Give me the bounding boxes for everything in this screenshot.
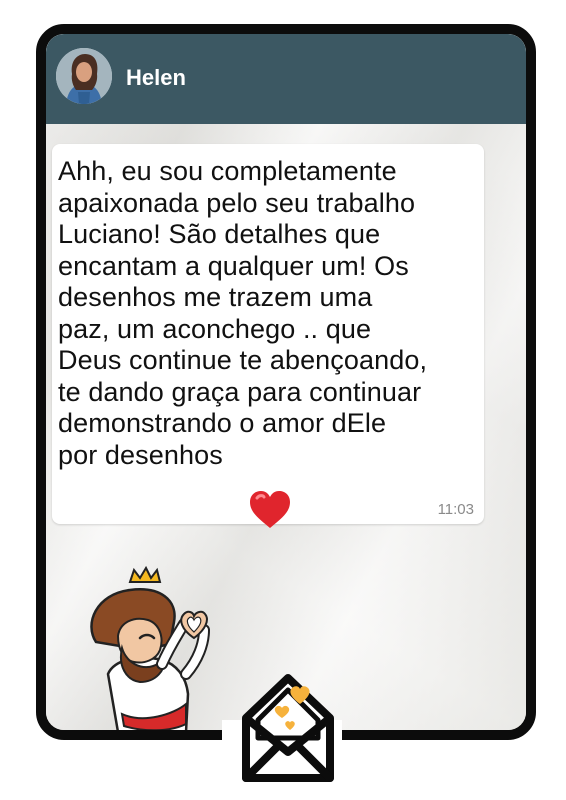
chat-header: Helen xyxy=(46,34,526,124)
avatar-photo-icon xyxy=(56,48,112,104)
contact-name[interactable]: Helen xyxy=(126,65,186,91)
message-timestamp: 11:03 xyxy=(437,501,474,518)
envelope-hearts-icon[interactable] xyxy=(226,660,350,790)
jesus-heart-hands-sticker-icon[interactable] xyxy=(74,564,214,734)
phone-frame: Helen Ahh, eu sou completamente apaixona… xyxy=(36,24,536,740)
message-text: Ahh, eu sou completamente apaixonada pel… xyxy=(58,156,428,470)
contact-avatar[interactable] xyxy=(56,48,112,104)
incoming-message-bubble[interactable]: Ahh, eu sou completamente apaixonada pel… xyxy=(52,144,484,528)
red-heart-icon xyxy=(250,491,290,528)
